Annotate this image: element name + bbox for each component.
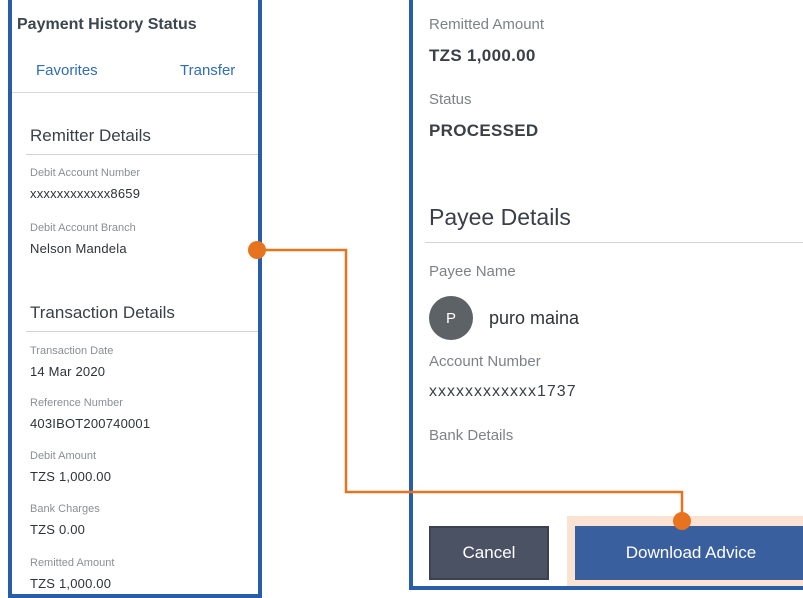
debit-amount-label: Debit Amount	[30, 450, 97, 462]
tab-favorites[interactable]: Favorites	[36, 62, 98, 79]
transaction-details-heading: Transaction Details	[30, 303, 175, 322]
status-value: PROCESSED	[429, 121, 539, 140]
debit-account-number-value: xxxxxxxxxxxx8659	[30, 186, 141, 201]
transaction-date-label: Transaction Date	[30, 345, 114, 357]
page-title: Payment History Status	[17, 16, 197, 33]
bank-details-label[interactable]: Bank Details	[429, 427, 513, 444]
transaction-date-value: 14 Mar 2020	[30, 364, 106, 379]
remitter-details-divider	[26, 154, 258, 155]
remitter-details-heading: Remitter Details	[30, 126, 151, 145]
transaction-details-divider	[26, 331, 258, 332]
cancel-button[interactable]: Cancel	[429, 526, 549, 580]
bank-charges-value: TZS 0.00	[30, 522, 86, 537]
remitted-amount-label: Remitted Amount	[30, 557, 115, 569]
payee-name-value: puro maina	[489, 308, 580, 328]
reference-number-label: Reference Number	[30, 397, 123, 409]
status-label: Status	[429, 91, 472, 108]
debit-account-branch-label: Debit Account Branch	[30, 222, 136, 234]
remitted-amount-value: TZS 1,000.00	[30, 576, 112, 591]
remitted-amount-value: TZS 1,000.00	[429, 46, 536, 65]
debit-account-branch-value: Nelson Mandela	[30, 241, 127, 256]
avatar-initial: P	[445, 309, 456, 327]
debit-amount-value: TZS 1,000.00	[30, 469, 112, 484]
payee-name-label: Payee Name	[429, 263, 516, 280]
tabs-divider	[12, 92, 258, 93]
avatar: P	[429, 296, 473, 340]
payee-details-divider	[425, 242, 803, 243]
payee-details-heading: Payee Details	[429, 204, 571, 230]
payment-history-screen: Payment History Status Favorites Transfe…	[8, 0, 262, 598]
tab-transfer[interactable]: Transfer	[180, 62, 235, 79]
transaction-detail-screen: Remitted Amount TZS 1,000.00 Status PROC…	[409, 0, 803, 590]
bank-charges-label: Bank Charges	[30, 503, 100, 515]
debit-account-number-label: Debit Account Number	[30, 167, 141, 179]
download-advice-button[interactable]: Download Advice	[575, 526, 803, 580]
reference-number-value: 403IBOT200740001	[30, 416, 151, 431]
remitted-amount-label: Remitted Amount	[429, 16, 545, 33]
account-number-value: xxxxxxxxxxxx1737	[429, 383, 577, 400]
account-number-label: Account Number	[429, 353, 541, 370]
